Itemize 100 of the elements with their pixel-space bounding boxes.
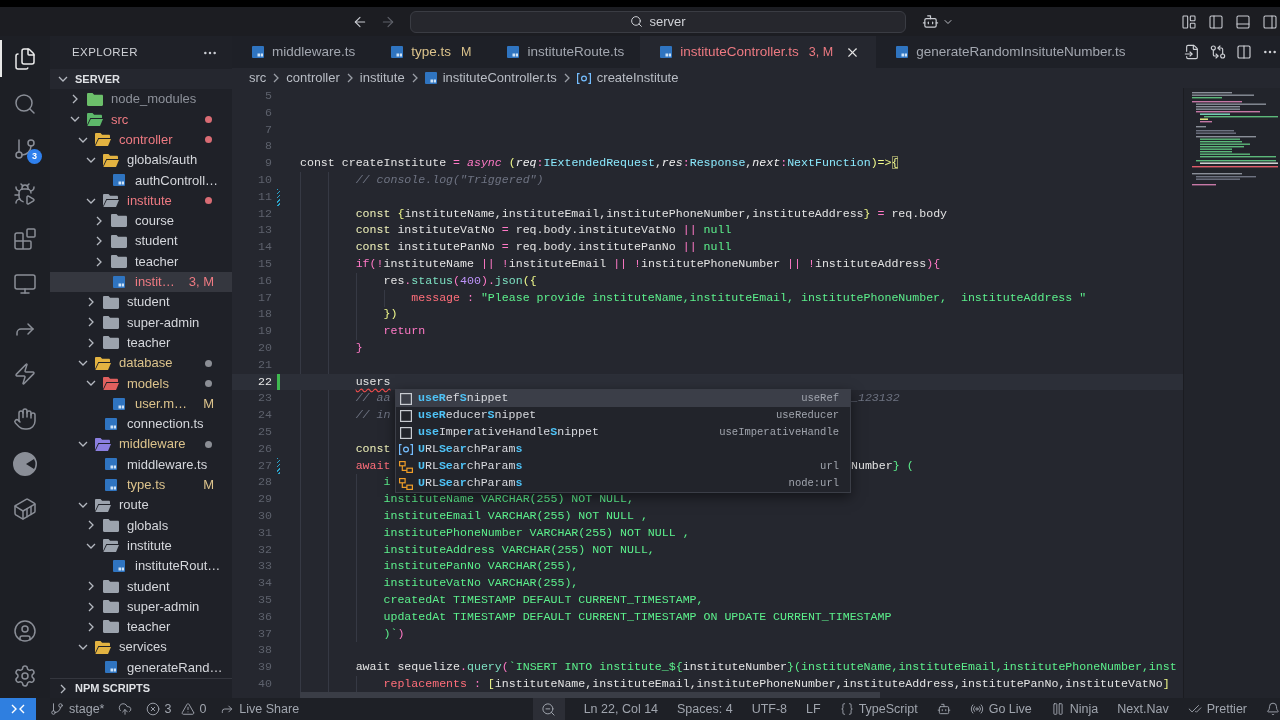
tree-item[interactable]: type.ts M [50,474,232,495]
container-icon[interactable] [13,496,37,521]
status-bar-item[interactable]: Next.Nav [1117,699,1169,719]
lightning-icon[interactable] [13,361,37,386]
tree-item[interactable]: authControll… [50,170,232,191]
file-icon [424,72,437,84]
tree-item[interactable]: teacher [50,616,232,637]
broadcast-icon [969,702,984,716]
line-number: 38 [257,642,272,659]
command-center[interactable]: server [410,10,906,33]
split-columns-icon[interactable] [1236,44,1252,60]
suggestion-item[interactable]: URLSearchParams [396,441,850,458]
tree-item[interactable]: connection.ts [50,413,232,435]
breadcrumb-item[interactable]: institute [359,68,405,88]
tree-item[interactable]: route [50,494,232,516]
blocks-icon[interactable] [13,226,37,251]
line-number: 10 [257,172,272,188]
breadcrumb-item[interactable]: controller [286,68,340,88]
suggestion-item[interactable]: useReducerSnippet useReducer [396,407,850,424]
tree-item[interactable]: instit… 3, M [50,271,232,292]
line-number: 11 [257,188,272,205]
panel-bottom-icon[interactable] [1235,13,1251,30]
bell-icon[interactable] [1266,702,1280,716]
tree-item[interactable]: teacher [50,332,232,353]
breadcrumb-item[interactable]: src [249,68,267,88]
monitor-icon[interactable] [13,271,37,296]
tree-item[interactable]: middleware.ts [50,454,232,475]
panel-right-icon[interactable] [1262,13,1278,30]
tree-item[interactable]: generateRand… [50,657,232,678]
tree-item[interactable]: models [50,373,232,394]
zoom-button[interactable] [532,698,565,720]
bug-play-icon[interactable] [13,181,37,206]
editor-tab[interactable]: instituteRoute.ts [487,36,641,68]
tree-item[interactable]: controller [50,129,232,150]
line-number: 39 [257,659,272,676]
status-bar-item[interactable]: UTF-8 [751,699,788,719]
status-bar-item[interactable]: Go Live [969,699,1032,719]
tree-item[interactable]: src [50,109,232,130]
branch-icon[interactable] [13,136,37,161]
tree-item[interactable]: student [50,291,232,313]
status-bar-item[interactable]: Spaces: 4 [677,699,733,719]
tree-item[interactable]: student [50,231,232,252]
tree-item[interactable]: user.m… M [50,393,232,414]
tree-item[interactable]: middleware [50,434,232,455]
status-bar-item[interactable]: Ninja [1050,699,1099,719]
tree-item[interactable]: super-admin [50,312,232,333]
status-bar-item[interactable]: LF [806,699,821,719]
tree-item[interactable]: teacher [50,251,232,272]
pie-chart-icon[interactable] [13,451,37,476]
status-bar-item[interactable]: Prettier [1187,699,1247,719]
tree-item[interactable]: institute [50,535,232,556]
tree-item[interactable]: services [50,637,232,658]
status-bar-item[interactable]: Ln 22, Col 14 [583,699,659,719]
tree-item[interactable]: student [50,576,232,597]
layout-icon[interactable] [1181,13,1197,30]
panel-left-icon[interactable] [1208,13,1224,30]
status-bar-item[interactable]: Live Share [220,699,300,719]
status-bar-item[interactable]: stage* [50,699,105,719]
line-number: 21 [257,356,272,373]
tree-item[interactable]: super-admin [50,596,232,617]
breadcrumb-item[interactable]: instituteController.ts [424,68,557,88]
code-line: res.status(400).json({ [383,272,537,289]
file-arrow-icon[interactable] [1184,44,1200,60]
line-number: 14 [257,239,272,256]
suggestion-item[interactable]: URLSearchParams node:url [396,475,850,492]
hand-icon[interactable] [13,406,37,431]
line-number: 24 [257,407,272,424]
breadcrumb-item[interactable]: createInstitute [576,68,679,88]
branch-icon [50,702,64,716]
suggestion-item[interactable]: URLSearchParams url [396,458,850,475]
status-bar-item[interactable]: TypeScript [839,699,918,719]
suggestion-item[interactable]: useImperativeHandleSnippet useImperativeHandle [396,424,850,441]
line-number: 26 [257,440,272,457]
robot-icon[interactable] [936,702,951,716]
search-icon[interactable] [13,91,37,116]
tree-item[interactable]: node_modules [50,89,232,110]
section-header[interactable]: SERVER [50,69,232,89]
compare-arrows-icon[interactable] [1210,44,1226,60]
tree-item[interactable]: institute [50,190,232,211]
suggestion-item[interactable]: useRefSnippet useRef [396,390,850,407]
cloud-upload-icon[interactable] [118,702,133,716]
file-icon [113,275,125,288]
tree-item[interactable]: globals [50,515,232,536]
tree-item[interactable]: database [50,352,232,374]
settings-icon[interactable] [13,663,37,688]
editor-tab[interactable]: generateRandomInsituteNumber.ts [876,36,1142,68]
file-icon [507,46,520,58]
editor-tab[interactable]: instituteController.ts 3, M [640,36,877,68]
tree-item[interactable]: instituteRout… [50,555,232,577]
file-icon [113,559,125,572]
problems-button[interactable]: 3 0 [146,699,207,719]
files-icon[interactable] [13,46,37,71]
editor-tab[interactable]: middleware.ts [232,36,372,68]
code-line: users [355,373,391,390]
tree-item[interactable]: course [50,210,232,232]
tree-item[interactable]: globals/auth [50,149,232,171]
robot-icon[interactable] [922,13,939,30]
editor-tab[interactable]: type.ts M [371,36,488,68]
account-icon[interactable] [13,618,37,643]
horizontal-scrollbar[interactable] [300,692,880,698]
